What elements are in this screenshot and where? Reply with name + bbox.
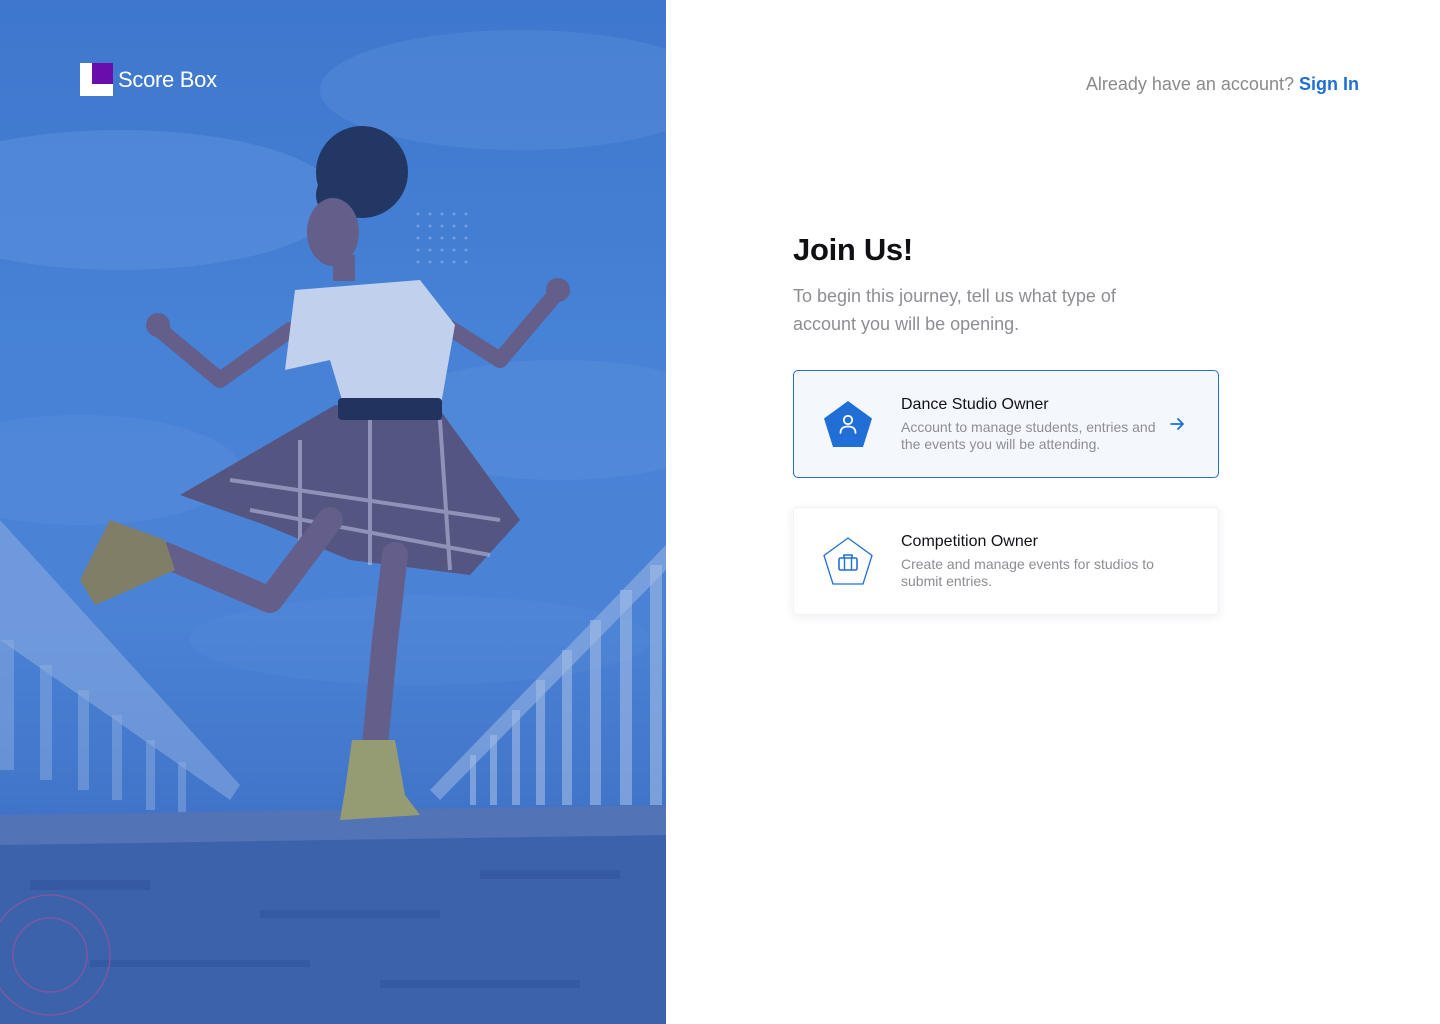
option-description: Create and manage events for studios to …	[901, 556, 1154, 589]
brand-name: Score Box	[118, 66, 217, 92]
page-subtitle: To begin this journey, tell us what type…	[793, 286, 1116, 334]
hero-panel: Score Box	[0, 0, 666, 1024]
option-description: Account to manage students, entries and …	[901, 419, 1156, 452]
signin-prompt-text: Already have an account?	[1085, 74, 1294, 94]
hero-illustration	[0, 0, 666, 1024]
option-card-dance-studio-owner[interactable]: Dance Studio Owner Account to manage stu…	[793, 370, 1219, 478]
option-card-competition-owner[interactable]: Competition Owner Create and manage even…	[793, 507, 1219, 615]
arrow-right-icon	[1168, 415, 1186, 433]
signin-prompt: Already have an account? Sign In	[1086, 74, 1359, 95]
briefcase-icon	[822, 536, 874, 586]
option-title: Competition Owner	[901, 533, 1038, 550]
page-title: Join Us!	[793, 232, 913, 267]
brand-logo[interactable]: Score Box	[80, 63, 217, 96]
logo-mark	[80, 63, 113, 96]
user-icon	[822, 399, 874, 449]
signin-link[interactable]: Sign In	[1299, 74, 1359, 94]
option-title: Dance Studio Owner	[901, 396, 1049, 413]
